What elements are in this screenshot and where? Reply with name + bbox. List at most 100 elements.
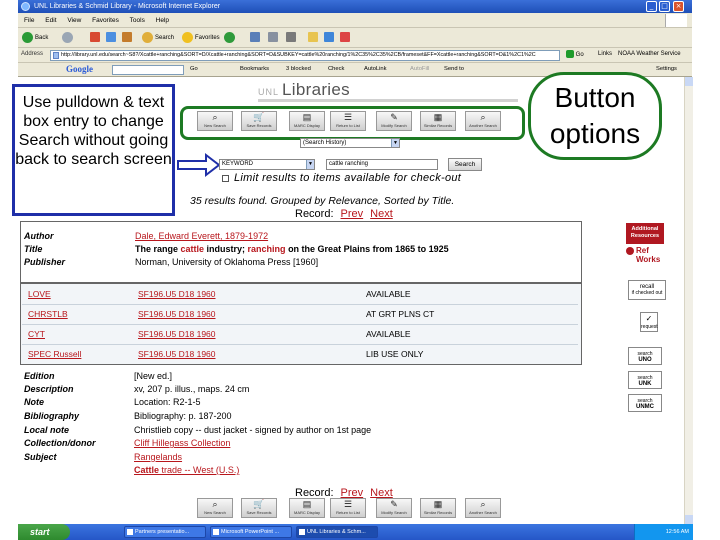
home-icon	[122, 32, 132, 43]
local-note-label: Local note	[24, 425, 70, 435]
vertical-scrollbar[interactable]	[684, 77, 693, 524]
search-history-dropdown[interactable]: (Search History) ▼	[300, 138, 400, 148]
publisher-value: Norman, University of Oklahoma Press [19…	[135, 257, 319, 267]
menu-view[interactable]: View	[67, 17, 81, 24]
stop-icon	[90, 32, 100, 43]
close-button[interactable]: ×	[673, 1, 684, 12]
go-button[interactable]: Go	[566, 50, 588, 61]
holding-call-number-link[interactable]: SF196.U5 D18 1960	[138, 289, 216, 299]
links-toolbar[interactable]: Links	[598, 51, 612, 57]
records-icon: ▦	[433, 499, 443, 509]
scroll-down-arrow[interactable]	[685, 515, 693, 524]
stop-button[interactable]	[90, 32, 100, 44]
document-icon: ▤	[302, 499, 312, 509]
search-unk-button[interactable]: search UNK	[628, 371, 662, 389]
cart-icon: 🛒	[253, 499, 265, 509]
google-settings-button[interactable]: Settings	[656, 66, 677, 72]
print-button[interactable]	[286, 32, 296, 44]
holding-location-link[interactable]: LOVE	[28, 289, 51, 299]
media-button[interactable]	[224, 32, 237, 44]
unl-libraries-logo[interactable]: UNL Libraries	[258, 80, 350, 100]
address-url: http://library.unl.edu/search~S8?/Xcattl…	[61, 52, 536, 58]
forward-button[interactable]	[62, 32, 75, 44]
subject-link[interactable]: Rangelands	[134, 452, 182, 462]
recall-button[interactable]: recall if checked out	[628, 280, 666, 300]
search-input[interactable]: cattle ranching	[326, 159, 438, 170]
refresh-button[interactable]	[106, 32, 116, 44]
menu-file[interactable]: File	[24, 17, 34, 24]
search-field-select[interactable]: KEYWORD ▼	[219, 159, 315, 170]
mail-button[interactable]	[268, 32, 278, 44]
folder-button[interactable]	[308, 32, 318, 44]
bibliography-label: Bibliography	[24, 411, 80, 421]
additional-resources-header: Additional Resources	[626, 223, 664, 244]
google-search-input[interactable]	[112, 65, 184, 75]
holding-location-link[interactable]: CYT	[28, 329, 45, 339]
menu-help[interactable]: Help	[156, 17, 169, 24]
similar-records-button[interactable]: ▦ Similar Records	[420, 498, 456, 518]
google-logo[interactable]: Google	[66, 64, 93, 74]
holding-call-number-link[interactable]: SF196.U5 D18 1960	[138, 309, 216, 319]
start-button[interactable]: start	[18, 524, 70, 540]
autofill-button[interactable]: AutoFill	[410, 66, 429, 72]
publisher-label: Publisher	[24, 257, 66, 267]
address-input[interactable]: http://library.unl.edu/search~S8?/Xcattl…	[50, 50, 560, 61]
autolink-button[interactable]: AutoLink	[364, 66, 387, 72]
search-uno-button[interactable]: search UNO	[628, 347, 662, 365]
popup-blocked-button[interactable]: 3 blocked	[286, 66, 311, 72]
menu-favorites[interactable]: Favorites	[92, 17, 119, 24]
noaa-link[interactable]: NOAA Weather Service	[618, 51, 681, 57]
holding-location-link[interactable]: CHRSTLB	[28, 309, 68, 319]
another-search-button[interactable]: ⌕ Another Search	[465, 498, 501, 518]
holding-call-number-link[interactable]: SF196.U5 D18 1960	[138, 349, 216, 359]
chevron-down-icon: ▼	[391, 139, 399, 147]
taskbar-item[interactable]: Partners presentatio...	[124, 526, 206, 538]
prev-record-link[interactable]: Prev	[341, 208, 364, 220]
minimize-button[interactable]: _	[646, 1, 657, 12]
record-navigation-top: Record: Prev Next	[295, 208, 393, 220]
ie-icon	[299, 529, 305, 535]
bookmarks-button[interactable]: Bookmarks	[240, 66, 269, 72]
modify-search-button[interactable]: ✎ Modify Search	[376, 498, 412, 518]
collection-link[interactable]: Cliff Hillegass Collection	[134, 438, 230, 448]
title-label: Title	[24, 244, 43, 254]
limit-checkbox[interactable]	[222, 175, 229, 182]
scroll-up-arrow[interactable]	[685, 77, 693, 86]
new-search-button[interactable]: ⌕ New Search	[197, 498, 233, 518]
holding-location-link[interactable]: SPEC Russell	[28, 349, 81, 359]
send-to-button[interactable]: Send to	[444, 66, 464, 72]
button-options-highlight	[180, 106, 525, 140]
next-record-link[interactable]: Next	[370, 208, 393, 220]
edition-label: Edition	[24, 371, 55, 381]
spell-check-button[interactable]: Check	[328, 66, 344, 72]
menu-edit[interactable]: Edit	[45, 17, 56, 24]
holding-status: AVAILABLE	[366, 289, 411, 299]
refworks-button[interactable]: Ref Works	[626, 246, 666, 268]
research-button[interactable]	[340, 32, 350, 44]
window-title: UNL Libraries & Schmid Library - Microso…	[34, 3, 221, 10]
search-icon	[142, 32, 153, 43]
subject-link[interactable]: Cattle trade -- West (U.S.)	[134, 465, 239, 475]
research-icon	[340, 32, 350, 43]
messenger-button[interactable]	[324, 32, 334, 44]
search-button[interactable]: Search	[142, 32, 174, 44]
taskbar-item[interactable]: Microsoft PowerPoint ...	[210, 526, 292, 538]
search-button[interactable]: Search	[448, 158, 482, 171]
edition-value: [New ed.]	[134, 371, 173, 381]
history-button[interactable]	[250, 32, 260, 44]
search-unmc-button[interactable]: search UNMC	[628, 394, 662, 412]
google-go-button[interactable]: Go	[190, 66, 198, 72]
author-link[interactable]: Dale, Edward Everett, 1879-1972	[135, 231, 268, 241]
request-button[interactable]: ✓ request	[640, 312, 658, 332]
save-records-button[interactable]: 🛒 Save Records	[241, 498, 277, 518]
menu-tools[interactable]: Tools	[130, 17, 145, 24]
holding-call-number-link[interactable]: SF196.U5 D18 1960	[138, 329, 216, 339]
taskbar-item-active[interactable]: UNL Libraries & Schm...	[296, 526, 378, 538]
pulldown-callout: Use pulldown & text box entry to change …	[12, 84, 175, 216]
home-button[interactable]	[122, 32, 132, 44]
return-to-list-button[interactable]: ☰ Return to List	[330, 498, 366, 518]
back-button[interactable]: Back	[22, 32, 48, 44]
favorites-button[interactable]: Favorites	[182, 32, 220, 44]
marc-display-button[interactable]: ▤ MARC Display	[289, 498, 325, 518]
maximize-button[interactable]: □	[659, 1, 670, 12]
